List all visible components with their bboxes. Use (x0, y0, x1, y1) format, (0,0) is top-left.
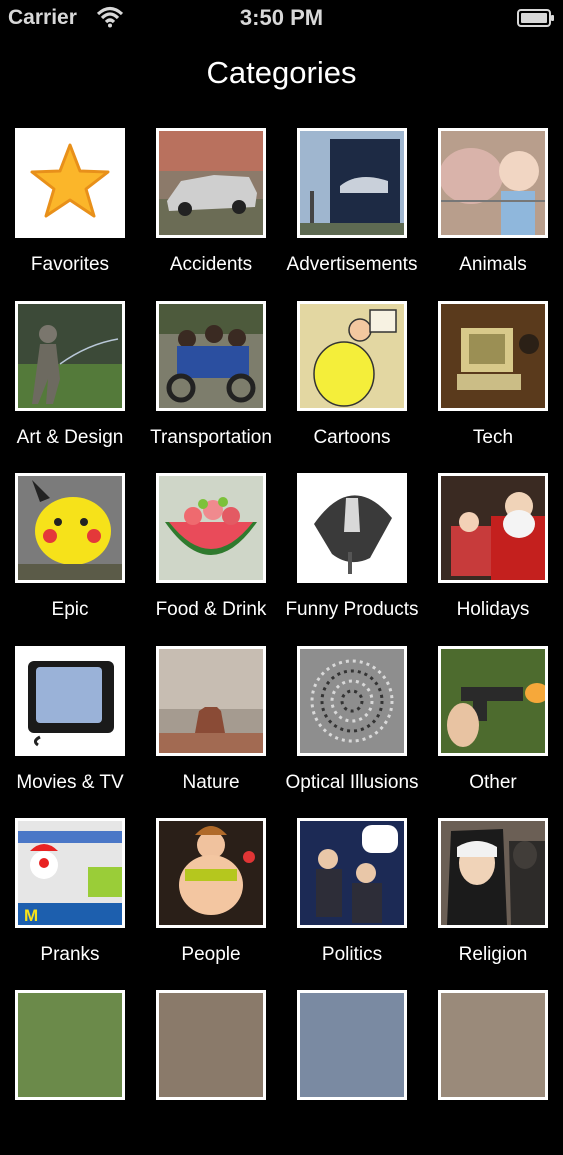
cartoon-photo (297, 301, 407, 411)
old-computer-photo (438, 301, 548, 411)
page-title: Categories (206, 55, 357, 90)
category-partial-3[interactable] (282, 990, 422, 1155)
category-label: Religion (458, 944, 528, 965)
category-label: Epic (51, 599, 89, 620)
category-pranks[interactable]: M Pranks (0, 818, 140, 983)
politicians-photo (297, 818, 407, 928)
svg-text:M: M (24, 906, 38, 925)
category-nature[interactable]: Nature (141, 646, 281, 811)
clock: 3:50 PM (239, 5, 324, 30)
category-label: Other (469, 772, 517, 793)
star-icon (15, 128, 125, 238)
category-label: Movies & TV (16, 772, 124, 793)
category-label: Advertisements (286, 254, 418, 275)
billboard-photo (297, 128, 407, 238)
category-label: Accidents (169, 254, 253, 275)
category-politics[interactable]: Politics (282, 818, 422, 983)
umbrella-photo (297, 473, 407, 583)
category-religion[interactable]: Religion (423, 818, 563, 983)
gun-photo (438, 646, 548, 756)
category-label: Tech (472, 427, 514, 448)
category-people[interactable]: People (141, 818, 281, 983)
nuns-photo (438, 818, 548, 928)
category-label: Food & Drink (155, 599, 267, 620)
battery-icon (517, 9, 555, 27)
desert-mesa-photo (156, 646, 266, 756)
clown-car-photo: M (15, 818, 125, 928)
category-transportation[interactable]: Transportation (141, 301, 281, 466)
pig-baby-photo (438, 128, 548, 238)
category-art-design[interactable]: Art & Design (0, 301, 140, 466)
category-label: Animals (459, 254, 527, 275)
thumbnail-photo (156, 990, 266, 1100)
thumbnail-photo (297, 990, 407, 1100)
old-tv-photo (15, 646, 125, 756)
category-label: Nature (182, 772, 240, 793)
category-label: Pranks (40, 944, 100, 965)
scooter-photo (156, 301, 266, 411)
pikachu-balloon-photo (15, 473, 125, 583)
category-optical-illusions[interactable]: Optical Illusions (282, 646, 422, 811)
category-label: Favorites (30, 254, 110, 275)
thumbnail-photo (15, 990, 125, 1100)
category-food-drink[interactable]: Food & Drink (141, 473, 281, 638)
watermelon-bowl-photo (156, 473, 266, 583)
category-advertisements[interactable]: Advertisements (282, 128, 422, 293)
category-label: Holidays (456, 599, 530, 620)
thumbnail-photo (438, 990, 548, 1100)
santa-photo (438, 473, 548, 583)
category-other[interactable]: Other (423, 646, 563, 811)
category-movies-tv[interactable]: Movies & TV (0, 646, 140, 811)
category-cartoons[interactable]: Cartoons (282, 301, 422, 466)
category-label: Optical Illusions (285, 772, 419, 793)
category-favorites[interactable]: Favorites (0, 128, 140, 293)
category-partial-2[interactable] (141, 990, 281, 1155)
category-animals[interactable]: Animals (423, 128, 563, 293)
category-label: Cartoons (313, 427, 391, 448)
category-label: Transportation (150, 427, 272, 448)
statue-photo (15, 301, 125, 411)
category-partial-1[interactable] (0, 990, 140, 1155)
category-label: Art & Design (16, 427, 124, 448)
category-epic[interactable]: Epic (0, 473, 140, 638)
category-funny-products[interactable]: Funny Products (282, 473, 422, 638)
category-accidents[interactable]: Accidents (141, 128, 281, 293)
status-bar: Carrier 3:50 PM (0, 0, 563, 36)
car-crash-photo (156, 128, 266, 238)
category-partial-4[interactable] (423, 990, 563, 1155)
category-label: People (181, 944, 241, 965)
category-holidays[interactable]: Holidays (423, 473, 563, 638)
category-label: Funny Products (285, 599, 419, 620)
category-label: Politics (321, 944, 383, 965)
spiral-illusion-photo (297, 646, 407, 756)
dancer-photo (156, 818, 266, 928)
category-tech[interactable]: Tech (423, 301, 563, 466)
